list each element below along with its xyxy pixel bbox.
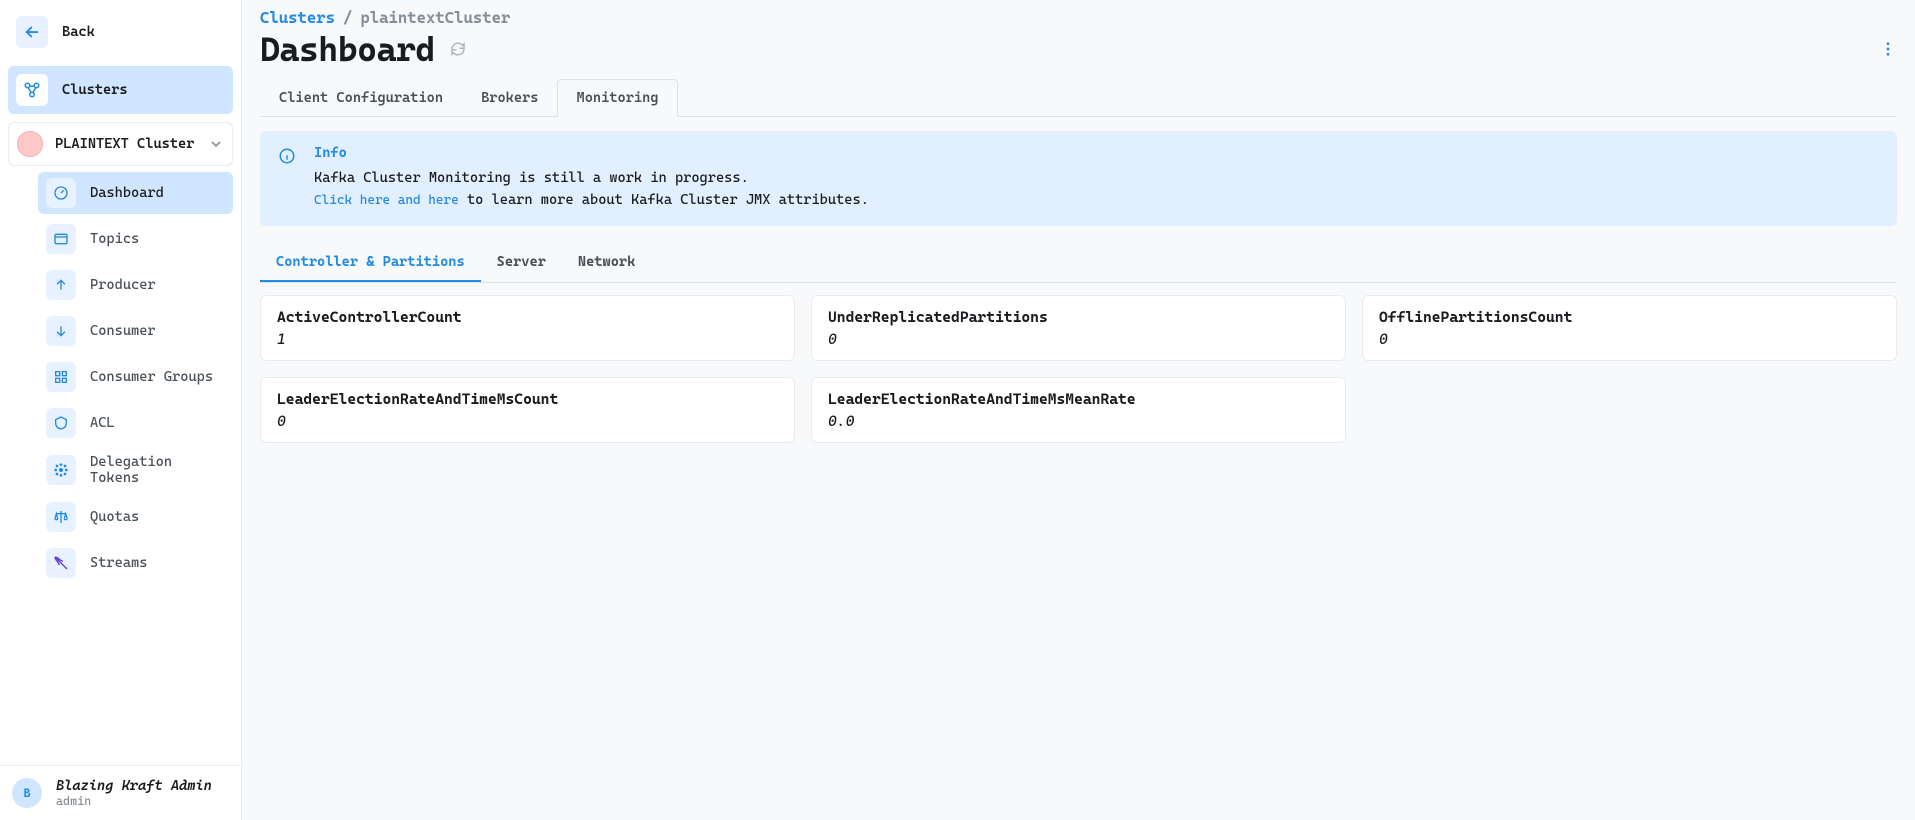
info-body: Kafka Cluster Monitoring is still a work… (314, 167, 869, 212)
cluster-name: PLAINTEXT Cluster (55, 136, 194, 152)
breadcrumb-current: plaintextCluster (360, 8, 510, 27)
monitoring-tabs: Controller & Partitions Server Network (260, 244, 1897, 283)
tab-monitoring[interactable]: Monitoring (557, 79, 677, 116)
cluster-color-icon (17, 131, 43, 157)
sidebar-item-label: Dashboard (90, 185, 164, 201)
sidebar-top: Back Clusters PLAINTEXT Cluster Dashboar… (0, 0, 241, 765)
metric-value: 0 (277, 412, 778, 430)
info-and: and (390, 193, 428, 208)
more-menu-icon[interactable] (1879, 40, 1897, 58)
sidebar-item-acl[interactable]: ACL (38, 402, 233, 444)
sidebar-item-topics[interactable]: Topics (38, 218, 233, 260)
sidebar-item-label: Consumer Groups (90, 369, 213, 385)
metric-title: LeaderElectionRateAndTimeMsMeanRate (828, 390, 1329, 408)
metric-value: 0 (1379, 330, 1880, 348)
sidebar-item-label: ACL (90, 415, 115, 431)
info-banner: Info Kafka Cluster Monitoring is still a… (260, 131, 1897, 226)
metric-card: LeaderElectionRateAndTimeMsCount 0 (260, 377, 795, 443)
sidebar-item-label: Delegation Tokens (90, 454, 190, 486)
sidebar-item-clusters[interactable]: Clusters (8, 66, 233, 114)
back-arrow-icon (16, 16, 48, 48)
info-icon (278, 147, 296, 212)
metric-value: 0 (828, 330, 1329, 348)
user-name: Blazing Kraft Admin (56, 778, 212, 794)
metric-value: 0.0 (828, 412, 1329, 430)
back-button[interactable]: Back (8, 8, 233, 56)
sidebar-item-label: Producer (90, 277, 156, 293)
sidebar-item-label: Streams (90, 555, 147, 571)
sidebar-item-label: Consumer (90, 323, 156, 339)
sidebar-item-dashboard[interactable]: Dashboard (38, 172, 233, 214)
main-content: Clusters / plaintextCluster Dashboard Cl… (242, 0, 1915, 820)
clusters-label: Clusters (62, 82, 128, 98)
chevron-down-icon (208, 136, 224, 152)
info-text-line2: to learn more about Kafka Cluster JMX at… (459, 192, 869, 208)
sidebar-item-quotas[interactable]: Quotas (38, 496, 233, 538)
breadcrumb-root[interactable]: Clusters (260, 8, 335, 27)
topics-icon (46, 224, 76, 254)
mon-tab-controller-partitions[interactable]: Controller & Partitions (260, 244, 481, 282)
metric-title: UnderReplicatedPartitions (828, 308, 1329, 326)
metric-card: UnderReplicatedPartitions 0 (811, 295, 1346, 361)
avatar: B (12, 778, 42, 808)
tab-client-configuration[interactable]: Client Configuration (260, 79, 462, 116)
breadcrumb: Clusters / plaintextCluster (260, 8, 1897, 27)
metric-title: OfflinePartitionsCount (1379, 308, 1880, 326)
info-link-2[interactable]: here (428, 193, 458, 208)
user-role: admin (56, 794, 212, 808)
info-title: Info (314, 145, 869, 161)
consumer-groups-icon (46, 362, 76, 392)
scale-icon (46, 502, 76, 532)
sidebar-item-consumer[interactable]: Consumer (38, 310, 233, 352)
cluster-subitems: Dashboard Topics Producer Consumer Consu… (8, 166, 233, 594)
metric-title: LeaderElectionRateAndTimeMsCount (277, 390, 778, 408)
back-label: Back (62, 24, 95, 40)
page-title: Dashboard (260, 29, 435, 69)
sidebar-item-streams[interactable]: Streams (38, 542, 233, 584)
refresh-icon[interactable] (449, 40, 467, 58)
producer-icon (46, 270, 76, 300)
mon-tab-server[interactable]: Server (481, 244, 562, 282)
metric-card: LeaderElectionRateAndTimeMsMeanRate 0.0 (811, 377, 1346, 443)
metric-cards: ActiveControllerCount 1 UnderReplicatedP… (260, 295, 1897, 443)
dashboard-icon (46, 178, 76, 208)
sidebar-item-label: Quotas (90, 509, 139, 525)
sidebar-item-delegation-tokens[interactable]: Delegation Tokens (38, 448, 233, 492)
metric-title: ActiveControllerCount (277, 308, 778, 326)
info-text-line1: Kafka Cluster Monitoring is still a work… (314, 170, 749, 186)
sidebar-item-producer[interactable]: Producer (38, 264, 233, 306)
title-row: Dashboard (260, 29, 1897, 69)
info-link-1[interactable]: Click here (314, 193, 390, 208)
page-tabs: Client Configuration Brokers Monitoring (260, 79, 1897, 117)
mon-tab-network[interactable]: Network (562, 244, 651, 282)
clusters-icon (16, 74, 48, 106)
consumer-icon (46, 316, 76, 346)
sidebar-item-consumer-groups[interactable]: Consumer Groups (38, 356, 233, 398)
sidebar: Back Clusters PLAINTEXT Cluster Dashboar… (0, 0, 242, 820)
tab-brokers[interactable]: Brokers (462, 79, 557, 116)
metric-card: ActiveControllerCount 1 (260, 295, 795, 361)
metric-card: OfflinePartitionsCount 0 (1362, 295, 1897, 361)
cluster-selector[interactable]: PLAINTEXT Cluster (8, 122, 233, 166)
streams-icon (46, 548, 76, 578)
breadcrumb-sep: / (343, 8, 352, 27)
sidebar-item-label: Topics (90, 231, 139, 247)
shield-icon (46, 408, 76, 438)
sidebar-footer[interactable]: B Blazing Kraft Admin admin (0, 765, 241, 820)
metric-value: 1 (277, 330, 778, 348)
token-icon (46, 455, 76, 485)
